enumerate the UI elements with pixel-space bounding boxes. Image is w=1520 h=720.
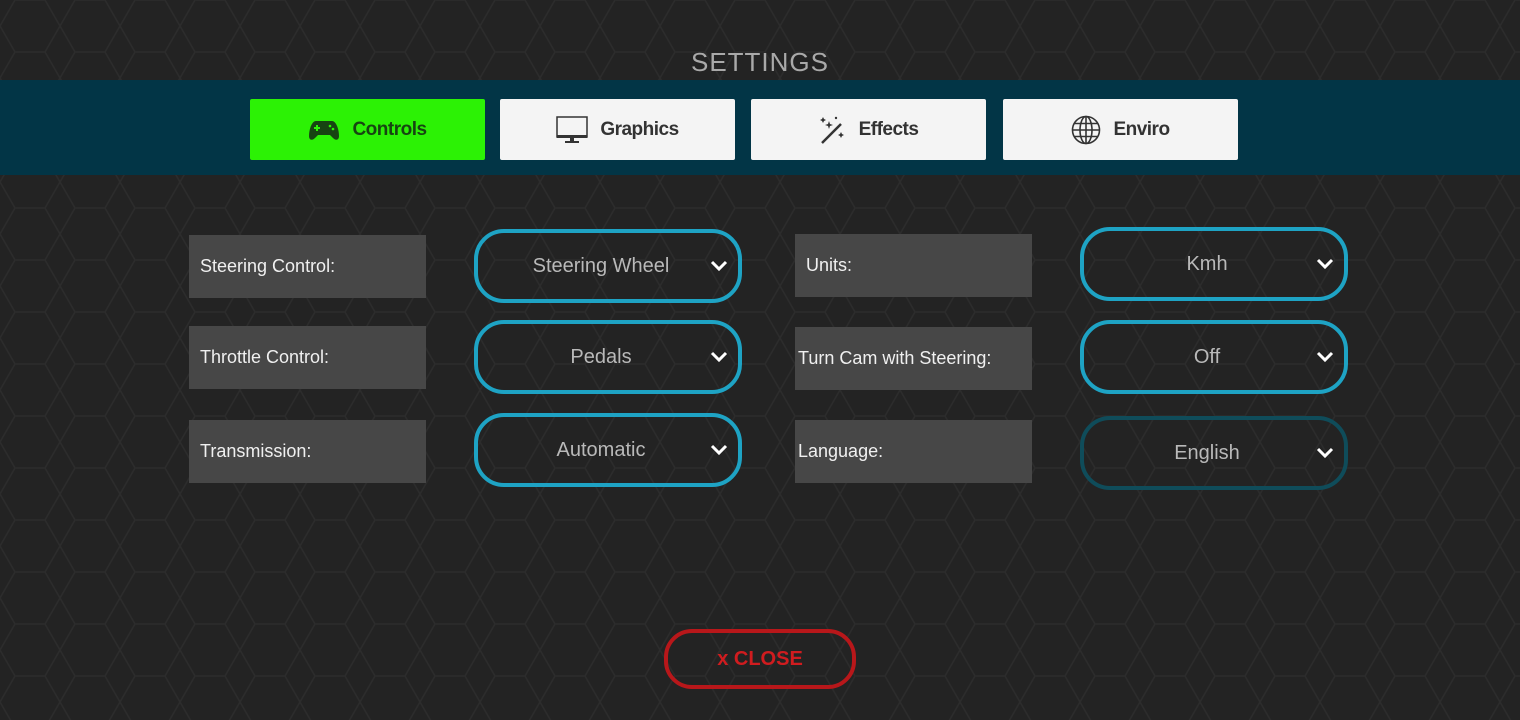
language-dropdown[interactable]: English xyxy=(1080,416,1348,490)
dropdown-value: Off xyxy=(1193,345,1221,368)
dropdown-value: Kmh xyxy=(1186,252,1228,275)
tab-effects[interactable]: Effects xyxy=(751,99,986,160)
chevron-down-icon xyxy=(1316,258,1334,270)
chevron-down-icon xyxy=(1316,351,1334,363)
monitor-icon xyxy=(556,115,589,143)
dropdown-value: Automatic xyxy=(556,438,646,461)
close-button[interactable]: x CLOSE xyxy=(664,629,856,689)
transmission-label: Transmission: xyxy=(189,420,426,483)
tab-bar: Controls Graphics Effects Enviro xyxy=(0,80,1520,175)
chevron-down-icon xyxy=(710,444,728,456)
steering-control-dropdown[interactable]: Steering Wheel xyxy=(474,229,742,303)
steering-control-label: Steering Control: xyxy=(189,235,426,298)
units-label: Units: xyxy=(795,234,1032,297)
dropdown-value: Steering Wheel xyxy=(532,254,670,277)
throttle-control-label: Throttle Control: xyxy=(189,326,426,389)
language-label: Language: xyxy=(795,420,1032,483)
globe-icon xyxy=(1072,115,1101,144)
tab-label: Effects xyxy=(858,118,919,140)
page-title: SETTINGS xyxy=(690,47,829,77)
tab-label: Controls xyxy=(352,118,427,140)
tab-controls[interactable]: Controls xyxy=(250,99,485,160)
tab-label: Enviro xyxy=(1113,118,1170,140)
tab-graphics[interactable]: Graphics xyxy=(500,99,735,160)
transmission-dropdown[interactable]: Automatic xyxy=(474,413,742,487)
tab-label: Graphics xyxy=(600,118,679,140)
tab-enviro[interactable]: Enviro xyxy=(1003,99,1238,160)
chevron-down-icon xyxy=(710,260,728,272)
turn-cam-label: Turn Cam with Steering: xyxy=(795,327,1032,390)
turn-cam-dropdown[interactable]: Off xyxy=(1080,320,1348,394)
gamepad-icon xyxy=(309,120,340,140)
units-dropdown[interactable]: Kmh xyxy=(1080,227,1348,301)
magic-wand-icon xyxy=(819,116,844,144)
dropdown-value: English xyxy=(1174,441,1240,464)
dropdown-value: Pedals xyxy=(570,345,632,368)
chevron-down-icon xyxy=(1316,447,1334,459)
throttle-control-dropdown[interactable]: Pedals xyxy=(474,320,742,394)
chevron-down-icon xyxy=(710,351,728,363)
